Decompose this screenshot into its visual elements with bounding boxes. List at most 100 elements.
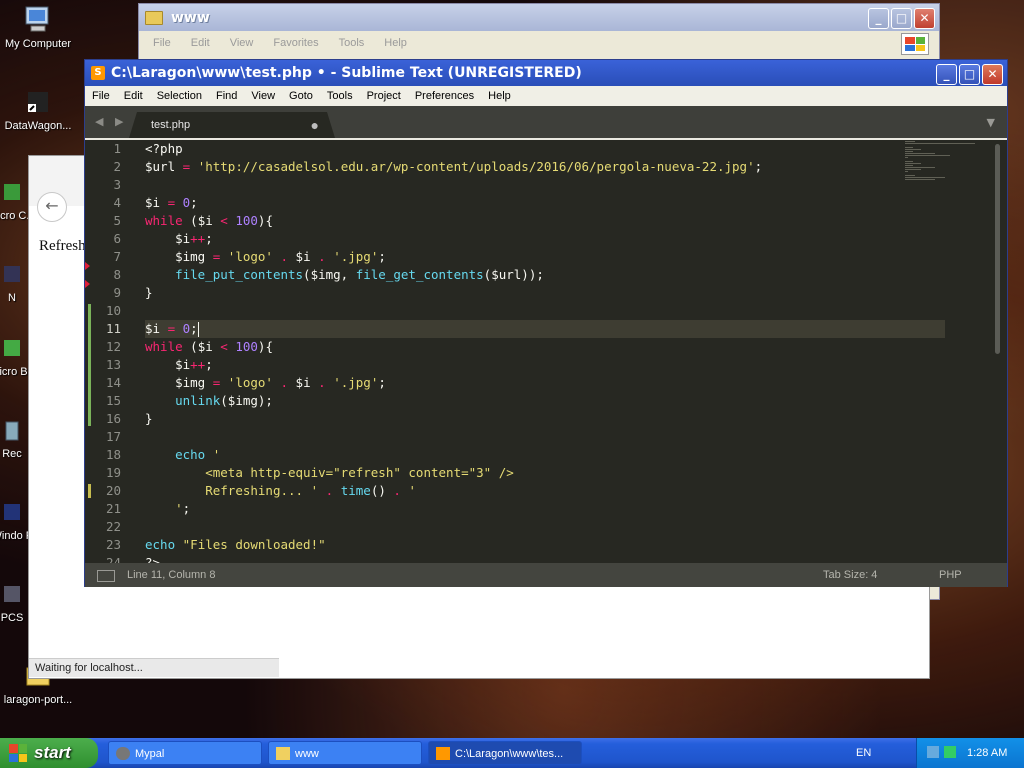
- line-number: 12: [105, 339, 121, 354]
- desktop-icon-datawagon[interactable]: DataWagon...: [0, 86, 80, 132]
- line-number: 17: [105, 429, 121, 444]
- menu-goto[interactable]: Goto: [289, 90, 313, 102]
- maximize-button[interactable]: □: [959, 64, 980, 85]
- line-number: 9: [113, 285, 121, 300]
- code-line: unlink($img);: [175, 393, 273, 408]
- taskbar: start Mypal www C:\Laragon\www\tes... EN…: [0, 738, 1024, 768]
- tab-test-php[interactable]: test.php ●: [129, 112, 335, 138]
- sublime-status-bar: Line 11, Column 8 Tab Size: 4 PHP: [85, 563, 1007, 587]
- menu-find[interactable]: Find: [216, 90, 237, 102]
- windows-logo-icon: [9, 744, 27, 762]
- diff-removed-marker: [85, 280, 90, 288]
- menu-selection[interactable]: Selection: [157, 90, 202, 102]
- code-line: echo ': [175, 447, 221, 462]
- menu-help[interactable]: Help: [384, 37, 407, 49]
- folder-icon: [145, 10, 163, 25]
- sublime-tabbar: ◀ ▶ test.php ● ▼: [85, 106, 1007, 138]
- diff-modified-marker: [88, 484, 91, 498]
- code-line: while ($i < 100){: [145, 213, 273, 228]
- menu-preferences[interactable]: Preferences: [415, 90, 474, 102]
- minimize-button[interactable]: _: [868, 8, 889, 29]
- menu-file[interactable]: File: [92, 90, 110, 102]
- taskbar-item-mypal[interactable]: Mypal: [108, 741, 262, 765]
- close-button[interactable]: ✕: [982, 64, 1003, 85]
- sublime-logo-icon: [436, 747, 450, 760]
- menu-favorites[interactable]: Favorites: [273, 37, 318, 49]
- code-line: Refreshing... ' . time() . ': [205, 483, 416, 498]
- tab-nav-arrows-icon[interactable]: ◀ ▶: [95, 115, 127, 128]
- sublime-title: C:\Laragon\www\test.php • - Sublime Text…: [111, 65, 582, 81]
- line-number: 8: [113, 267, 121, 282]
- menu-help[interactable]: Help: [488, 90, 511, 102]
- start-label: start: [34, 743, 71, 762]
- taskbar-item-sublime[interactable]: C:\Laragon\www\tes...: [428, 741, 582, 765]
- taskbar-item-label: C:\Laragon\www\tes...: [455, 748, 564, 760]
- line-number: 15: [105, 393, 121, 408]
- tray-app-icon[interactable]: [927, 746, 939, 758]
- desktop-icon-my-computer[interactable]: My Computer: [0, 4, 80, 50]
- sublime-window[interactable]: S C:\Laragon\www\test.php • - Sublime Te…: [84, 59, 1008, 587]
- code-line: $img = 'logo' . $i . '.jpg';: [145, 375, 386, 390]
- maximize-button[interactable]: □: [891, 8, 912, 29]
- taskbar-item-label: www: [295, 748, 319, 760]
- menu-project[interactable]: Project: [367, 90, 401, 102]
- menu-file[interactable]: File: [153, 37, 171, 49]
- line-number: 3: [113, 177, 121, 192]
- code-line: $i++;: [145, 231, 213, 246]
- windows-logo-icon: [901, 33, 929, 55]
- menu-edit[interactable]: Edit: [191, 37, 210, 49]
- sublime-titlebar[interactable]: S C:\Laragon\www\test.php • - Sublime Te…: [85, 60, 1007, 86]
- line-number: 2: [113, 159, 121, 174]
- start-button[interactable]: start: [0, 738, 98, 768]
- line-number: 4: [113, 195, 121, 210]
- browser-icon: [116, 747, 130, 760]
- minimap[interactable]: [905, 140, 985, 200]
- code-line: $i = 0;: [145, 195, 198, 210]
- code-line: file_put_contents($img, file_get_content…: [175, 267, 544, 282]
- menu-edit[interactable]: Edit: [124, 90, 143, 102]
- code-editor[interactable]: 1 2 3 4 5 6 7 8 9 10 11 12 13 14 15 16 1…: [85, 140, 1007, 563]
- network-icon[interactable]: [944, 746, 956, 758]
- desktop-icon-label: laragon-port...: [3, 694, 73, 706]
- code-line: ';: [175, 501, 191, 516]
- sublime-menubar: File Edit Selection Find View Goto Tools…: [85, 86, 1007, 106]
- line-number: 20: [105, 483, 121, 498]
- desktop-icon-label: My Computer: [4, 38, 72, 50]
- code-line: <meta http-equiv="refresh" content="3" /…: [205, 465, 514, 480]
- line-number: 13: [105, 357, 121, 372]
- panel-toggle-icon[interactable]: [97, 570, 115, 582]
- taskbar-item-label: Mypal: [135, 748, 165, 760]
- menu-view[interactable]: View: [230, 37, 254, 49]
- code-line: $url = 'http://casadelsol.edu.ar/wp-cont…: [145, 159, 763, 174]
- taskbar-item-www[interactable]: www: [268, 741, 422, 765]
- sublime-window-controls: _ □ ✕: [936, 64, 1003, 85]
- unsaved-dot-icon: ●: [310, 117, 319, 133]
- language-indicator[interactable]: EN: [856, 738, 871, 768]
- minimize-button[interactable]: _: [936, 64, 957, 85]
- vertical-scrollbar[interactable]: [995, 144, 1000, 354]
- shortcut-icon: [28, 92, 48, 112]
- code-line: $img = 'logo' . $i . '.jpg';: [145, 249, 386, 264]
- syntax-selector[interactable]: PHP: [939, 563, 962, 587]
- tab-label: test.php: [151, 119, 191, 131]
- close-button[interactable]: ✕: [914, 8, 935, 29]
- menu-view[interactable]: View: [251, 90, 275, 102]
- menu-tools[interactable]: Tools: [327, 90, 353, 102]
- explorer-titlebar[interactable]: www: [139, 4, 939, 31]
- line-number: 21: [105, 501, 121, 516]
- sublime-logo-icon: S: [91, 66, 105, 80]
- menu-tools[interactable]: Tools: [339, 37, 365, 49]
- line-number: 7: [113, 249, 121, 264]
- code-line: $i++;: [145, 357, 213, 372]
- diff-added-marker: [88, 304, 91, 426]
- code-line: echo "Files downloaded!": [145, 537, 326, 552]
- code-text: <?php $url = 'http://casadelsol.edu.ar/w…: [145, 140, 945, 563]
- line-number: 5: [113, 213, 121, 228]
- clock: 1:28 AM: [967, 747, 1008, 759]
- app-icon: [4, 340, 20, 356]
- line-number: 1: [113, 141, 121, 156]
- back-button[interactable]: ←: [37, 192, 67, 222]
- chevron-down-icon[interactable]: ▼: [987, 116, 995, 129]
- tab-size-selector[interactable]: Tab Size: 4: [823, 563, 877, 587]
